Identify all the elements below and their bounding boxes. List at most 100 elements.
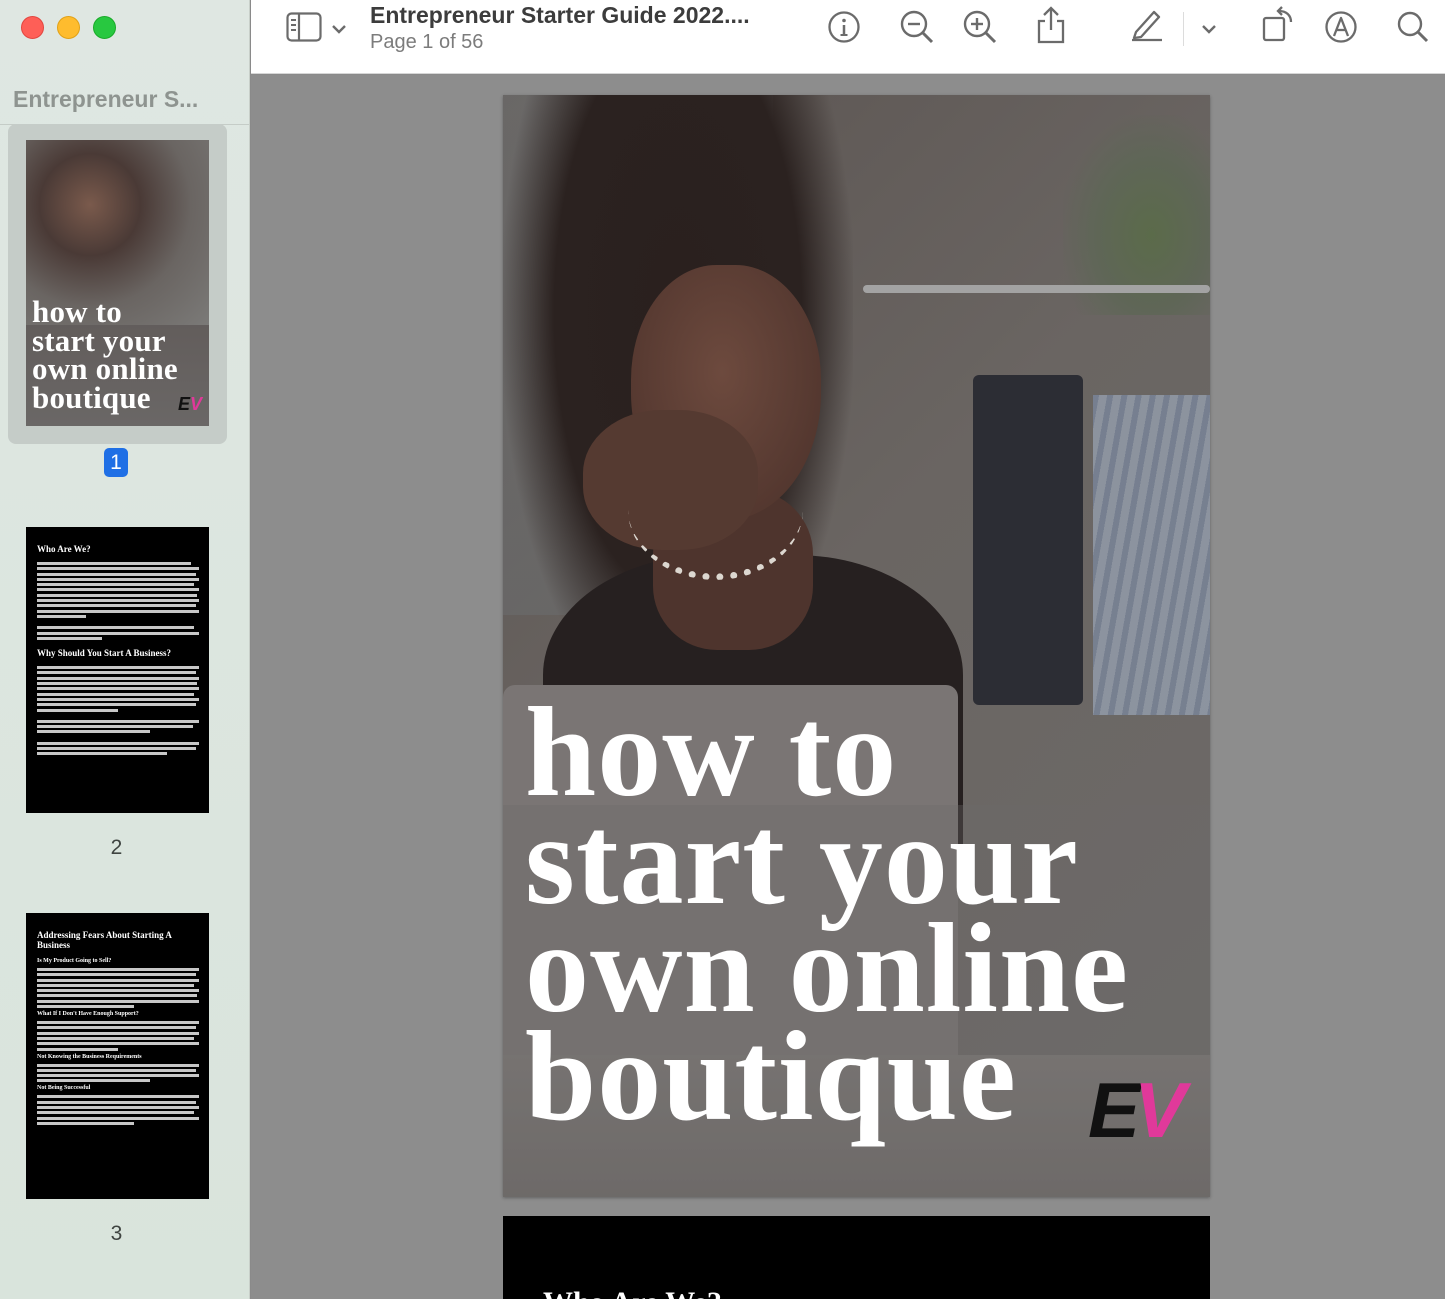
logo-letter-e: E (1088, 1066, 1140, 1154)
thumbnail-cover-title: how to start your own online boutique (32, 296, 178, 415)
toolbar-separator (1183, 12, 1184, 46)
page-thumbnail-1[interactable]: how to start your own online boutique EV (26, 140, 209, 426)
share-icon[interactable] (1035, 5, 1067, 50)
text-line (37, 1074, 199, 1078)
minimize-window-button[interactable] (57, 16, 80, 39)
cover-title: how to start your own online boutique (525, 688, 1129, 1140)
logo-letter-e: E (178, 394, 191, 414)
text-line (37, 1079, 151, 1083)
text-line (37, 1042, 199, 1046)
thumbnail-subheading: Not Being Successful (37, 1085, 91, 1092)
text-line (37, 577, 199, 581)
text-line (37, 697, 199, 701)
text-line (37, 973, 196, 977)
thumbnail-subheading: Is My Product Going to Sell? (37, 958, 112, 964)
page-indicator: Page 1 of 56 (370, 31, 484, 53)
text-line (37, 730, 151, 734)
text-line (37, 725, 193, 729)
text-line (37, 588, 199, 592)
text-line (37, 1095, 199, 1099)
pdf-page-2: Who Are We? (503, 1216, 1210, 1299)
zoom-window-button[interactable] (93, 16, 116, 39)
text-line (37, 609, 199, 613)
logo-letter-v: V (190, 394, 203, 414)
text-line (37, 666, 199, 670)
thumbnail-line: boutique (32, 379, 151, 415)
text-line (37, 687, 199, 691)
rotate-icon[interactable] (1261, 6, 1295, 47)
text-line (37, 1063, 199, 1067)
text-line (37, 747, 196, 751)
document-title: Entrepreneur Starter Guide 2022.... (370, 2, 750, 28)
text-line (37, 708, 118, 712)
page-number-label: 2 (110, 836, 123, 859)
page-2-heading: Who Are We? (543, 1286, 722, 1299)
text-line (37, 604, 196, 608)
thumbnail-heading: Who Are We? (37, 544, 91, 554)
window-controls (21, 16, 116, 39)
thumbnail-heading: Why Should You Start A Business? (37, 648, 171, 659)
pdf-page-1: how to start your own online boutique EV (503, 95, 1210, 1197)
text-line (37, 562, 191, 565)
text-line (37, 719, 199, 723)
text-line (37, 1031, 199, 1035)
close-window-button[interactable] (21, 16, 44, 39)
text-line (37, 692, 195, 696)
text-line (37, 1121, 135, 1125)
zoom-out-icon[interactable] (899, 9, 935, 50)
text-line (37, 1111, 195, 1115)
chevron-down-icon[interactable] (1201, 22, 1217, 40)
text-line (37, 1036, 195, 1040)
page-thumbnail-2[interactable]: Who Are We? Why Should You Start A Busin… (26, 527, 209, 813)
thumbnail-heading: Addressing Fears About Starting A Busine… (37, 930, 172, 950)
text-line (37, 1068, 196, 1072)
text-line (37, 968, 199, 971)
thumbnail-subheading: What If I Don't Have Enough Support? (37, 1011, 139, 1018)
text-line (37, 593, 198, 597)
page-thumbnail-3[interactable]: Addressing Fears About Starting A Busine… (26, 913, 209, 1199)
chevron-down-icon[interactable] (331, 22, 347, 40)
thumbnail-logo: EV (178, 394, 202, 415)
text-line (37, 1026, 196, 1030)
zoom-in-icon[interactable] (962, 9, 998, 50)
annotate-icon[interactable] (1324, 10, 1358, 49)
text-line (37, 703, 196, 707)
text-line (37, 1106, 199, 1110)
text-line (37, 1116, 199, 1120)
text-line (37, 631, 199, 635)
brand-logo: EV (1088, 1065, 1186, 1156)
text-line (37, 572, 196, 576)
text-line (37, 1100, 196, 1104)
sidebar-icon[interactable] (286, 12, 322, 47)
search-icon[interactable] (1396, 10, 1430, 49)
sidebar-document-title: Entrepreneur S... (13, 86, 199, 112)
text-line (37, 1021, 199, 1025)
text-line (37, 999, 199, 1003)
text-line (37, 567, 199, 571)
text-line (37, 1005, 135, 1009)
thumbnail-subheading: Not Knowing the Business Requirements (37, 1053, 142, 1060)
text-line (37, 676, 199, 680)
text-line (37, 978, 199, 982)
text-line (37, 682, 198, 686)
text-line (37, 752, 167, 756)
text-line (37, 1047, 118, 1051)
markup-pen-icon[interactable] (1128, 6, 1164, 47)
page-number-label: 3 (110, 1222, 123, 1245)
text-line (37, 626, 195, 630)
info-icon[interactable] (827, 10, 861, 49)
text-line (37, 989, 199, 993)
text-line (37, 583, 195, 587)
text-line (37, 994, 198, 998)
text-line (37, 614, 86, 618)
text-line (37, 636, 102, 640)
text-line (37, 599, 199, 603)
text-line (37, 741, 199, 745)
text-line (37, 671, 196, 675)
text-line (37, 983, 195, 987)
page-number-badge-selected: 1 (104, 448, 128, 477)
sidebar: Entrepreneur S... how to start your own … (0, 0, 250, 1299)
document-canvas[interactable]: how to start your own online boutique EV… (251, 75, 1445, 1299)
toolbar: Entrepreneur Starter Guide 2022.... Page… (251, 0, 1445, 74)
logo-letter-v: V (1134, 1066, 1186, 1154)
